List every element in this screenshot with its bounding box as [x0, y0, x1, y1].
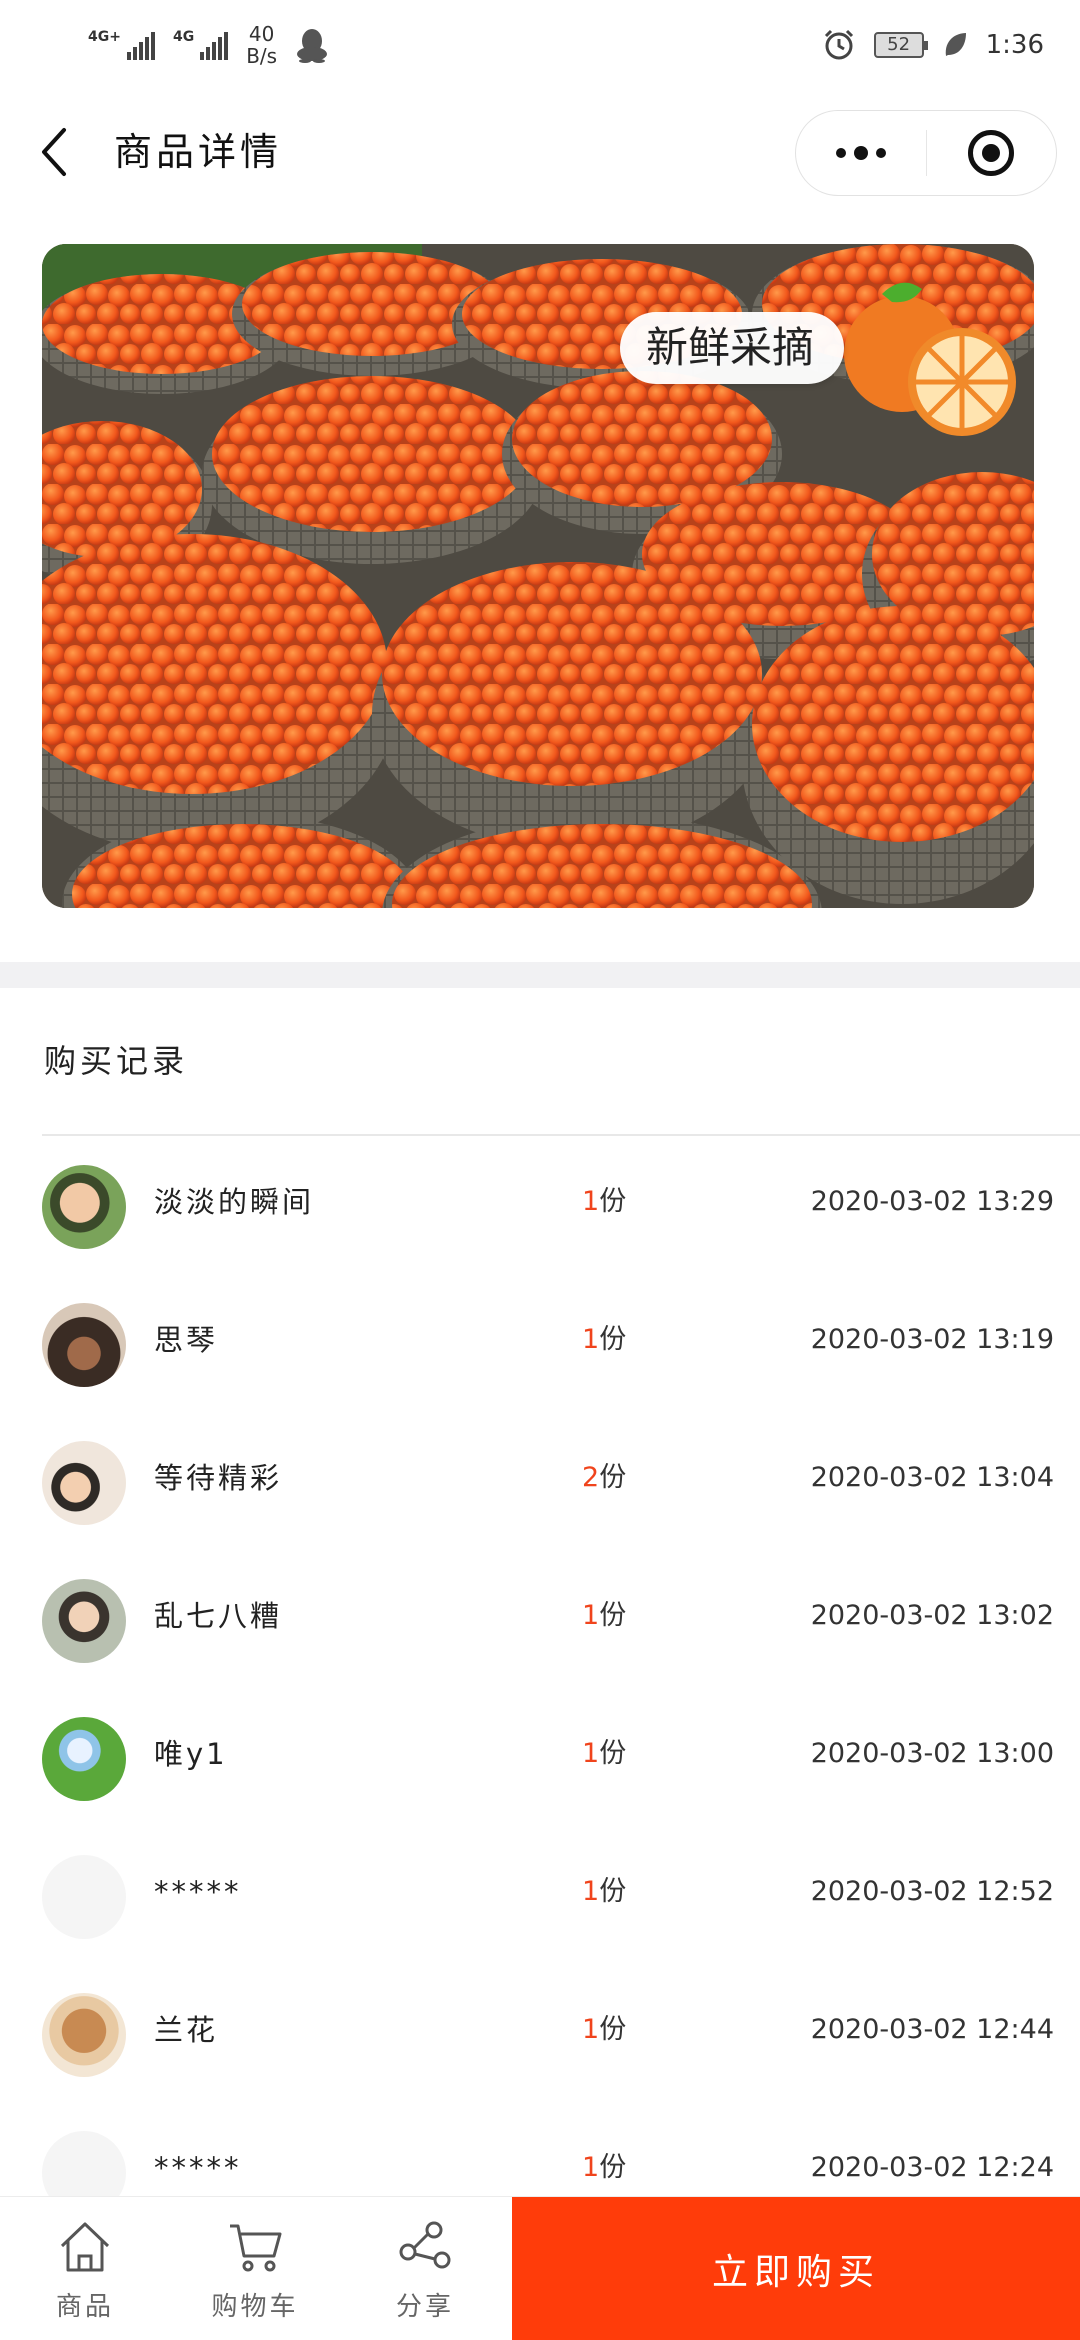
record-qty-number: 1 — [582, 1186, 600, 1217]
record-qty-number: 1 — [582, 1600, 600, 1631]
record-qty-unit: 份 — [599, 2152, 627, 2183]
close-button[interactable] — [927, 111, 1057, 195]
record-qty-unit: 份 — [599, 1186, 627, 1217]
record-name: 乱七八糟 — [154, 1599, 283, 1633]
record-qty: 1份 — [582, 1596, 626, 1636]
record-name: 淡淡的瞬间 — [154, 1185, 315, 1219]
more-button[interactable] — [796, 111, 926, 195]
oranges-baskets-illustration — [42, 244, 1034, 908]
avatar — [42, 1303, 126, 1387]
page-title: 商品详情 — [114, 130, 283, 174]
network-speed-unit: B/s — [246, 44, 278, 68]
record-qty: 1份 — [582, 1182, 626, 1222]
share-icon — [399, 2221, 451, 2268]
record-qty-unit: 份 — [599, 1462, 627, 1493]
record-qty-unit: 份 — [599, 1600, 627, 1631]
record-name: ***** — [154, 1875, 242, 1909]
record-time: 2020-03-02 13:00 — [810, 1738, 1054, 1769]
more-dots-icon — [835, 146, 886, 160]
record-time: 2020-03-02 13:02 — [810, 1600, 1054, 1631]
avatar — [42, 1855, 126, 1939]
record-qty: 1份 — [582, 1872, 626, 1912]
battery-icon: 52 — [873, 32, 928, 58]
record-qty: 1份 — [582, 1734, 626, 1774]
record-qty-number: 1 — [582, 1876, 600, 1907]
record-qty-number: 1 — [582, 1738, 600, 1769]
record-time: 2020-03-02 13:29 — [810, 1186, 1054, 1217]
record-qty-number: 1 — [582, 2152, 600, 2183]
banner-tag: 新鲜采摘 — [620, 312, 845, 384]
record-time: 2020-03-02 12:52 — [810, 1876, 1054, 1907]
record-qty-unit: 份 — [599, 1324, 627, 1355]
avatar — [42, 1165, 126, 1249]
record-row: 等待精彩 2份 2020-03-02 13:04 — [0, 1412, 1080, 1550]
avatar — [42, 1441, 126, 1525]
section-separator — [0, 962, 1080, 988]
network-type-2: 4G — [172, 29, 195, 45]
record-name: 唯y1 — [154, 1737, 228, 1771]
record-qty-unit: 份 — [599, 2014, 627, 2045]
home-icon — [60, 2222, 110, 2271]
buy-now-button[interactable]: 立即购买 — [512, 2197, 1080, 2340]
record-qty: 1份 — [582, 1320, 626, 1360]
record-time: 2020-03-02 13:04 — [810, 1462, 1054, 1493]
record-qty-unit: 份 — [599, 1738, 627, 1769]
alarm-icon — [824, 29, 853, 60]
network-type-1: 4G+ — [88, 29, 121, 45]
tab-label: 分享 — [395, 2291, 454, 2322]
record-row: 乱七八糟 1份 2020-03-02 13:02 — [0, 1550, 1080, 1688]
record-qty-number: 1 — [582, 1324, 600, 1355]
tab-goods[interactable]: 商品 — [0, 2197, 170, 2340]
record-time: 2020-03-02 12:44 — [810, 2014, 1054, 2045]
record-time: 2020-03-02 12:24 — [810, 2152, 1054, 2183]
back-arrow-icon[interactable] — [34, 122, 74, 182]
bottom-action-bar: 商品 购物车 分享 立即购买 — [0, 2196, 1080, 2340]
record-name: 兰花 — [154, 2013, 219, 2047]
avatar — [42, 2131, 126, 2196]
purchase-records-list[interactable]: 淡淡的瞬间 1份 2020-03-02 13:29 思琴 1份 2020-03-… — [0, 1136, 1080, 2196]
record-name: 等待精彩 — [154, 1461, 283, 1495]
record-qty: 1份 — [582, 2010, 626, 2050]
tab-label: 商品 — [55, 2291, 114, 2322]
status-bar: 4G+ 4G 40 B/s 52 1:36 — [0, 0, 1080, 90]
network-speed: 40 B/s — [246, 23, 277, 67]
avatar — [42, 1579, 126, 1663]
signal-icon-2: 4G — [172, 29, 229, 60]
nav-bar: 商品详情 — [0, 100, 1080, 210]
record-row: ***** 1份 2020-03-02 12:52 — [0, 1826, 1080, 1964]
close-target-icon — [968, 130, 1015, 176]
section-title: 购买记录 — [44, 1042, 189, 1080]
network-speed-value: 40 — [248, 22, 275, 46]
app-screen: 4G+ 4G 40 B/s 52 1:36 商品详情 新鲜采摘 购买记录 淡淡的… — [0, 0, 1080, 2340]
qq-icon — [297, 29, 328, 63]
record-time: 2020-03-02 13:19 — [810, 1324, 1054, 1355]
record-name: ***** — [154, 2151, 242, 2185]
cart-icon — [230, 2224, 282, 2271]
product-image[interactable]: 新鲜采摘 — [42, 244, 1034, 908]
clock: 1:36 — [985, 30, 1044, 60]
leaf-icon — [945, 33, 966, 56]
tab-cart[interactable]: 购物车 — [170, 2197, 340, 2340]
record-qty: 1份 — [582, 2148, 626, 2188]
tab-label: 购物车 — [211, 2291, 299, 2322]
avatar — [42, 1717, 126, 1801]
status-right: 52 1:36 — [822, 28, 1044, 62]
record-qty: 2份 — [582, 1458, 626, 1498]
record-row: 唯y1 1份 2020-03-02 13:00 — [0, 1688, 1080, 1826]
record-row: ***** 1份 2020-03-02 12:24 — [0, 2102, 1080, 2196]
avatar — [42, 1993, 126, 2077]
record-row: 兰花 1份 2020-03-02 12:44 — [0, 1964, 1080, 2102]
record-name: 思琴 — [154, 1323, 219, 1357]
tab-share[interactable]: 分享 — [340, 2197, 510, 2340]
mini-program-capsule — [795, 110, 1057, 196]
record-qty-number: 2 — [582, 1462, 600, 1493]
record-qty-number: 1 — [582, 2014, 600, 2045]
record-qty-unit: 份 — [599, 1876, 627, 1907]
status-left: 4G+ 4G 40 B/s — [88, 23, 329, 67]
record-row: 淡淡的瞬间 1份 2020-03-02 13:29 — [0, 1136, 1080, 1274]
record-row: 思琴 1份 2020-03-02 13:19 — [0, 1274, 1080, 1412]
signal-icon: 4G+ — [88, 30, 155, 60]
